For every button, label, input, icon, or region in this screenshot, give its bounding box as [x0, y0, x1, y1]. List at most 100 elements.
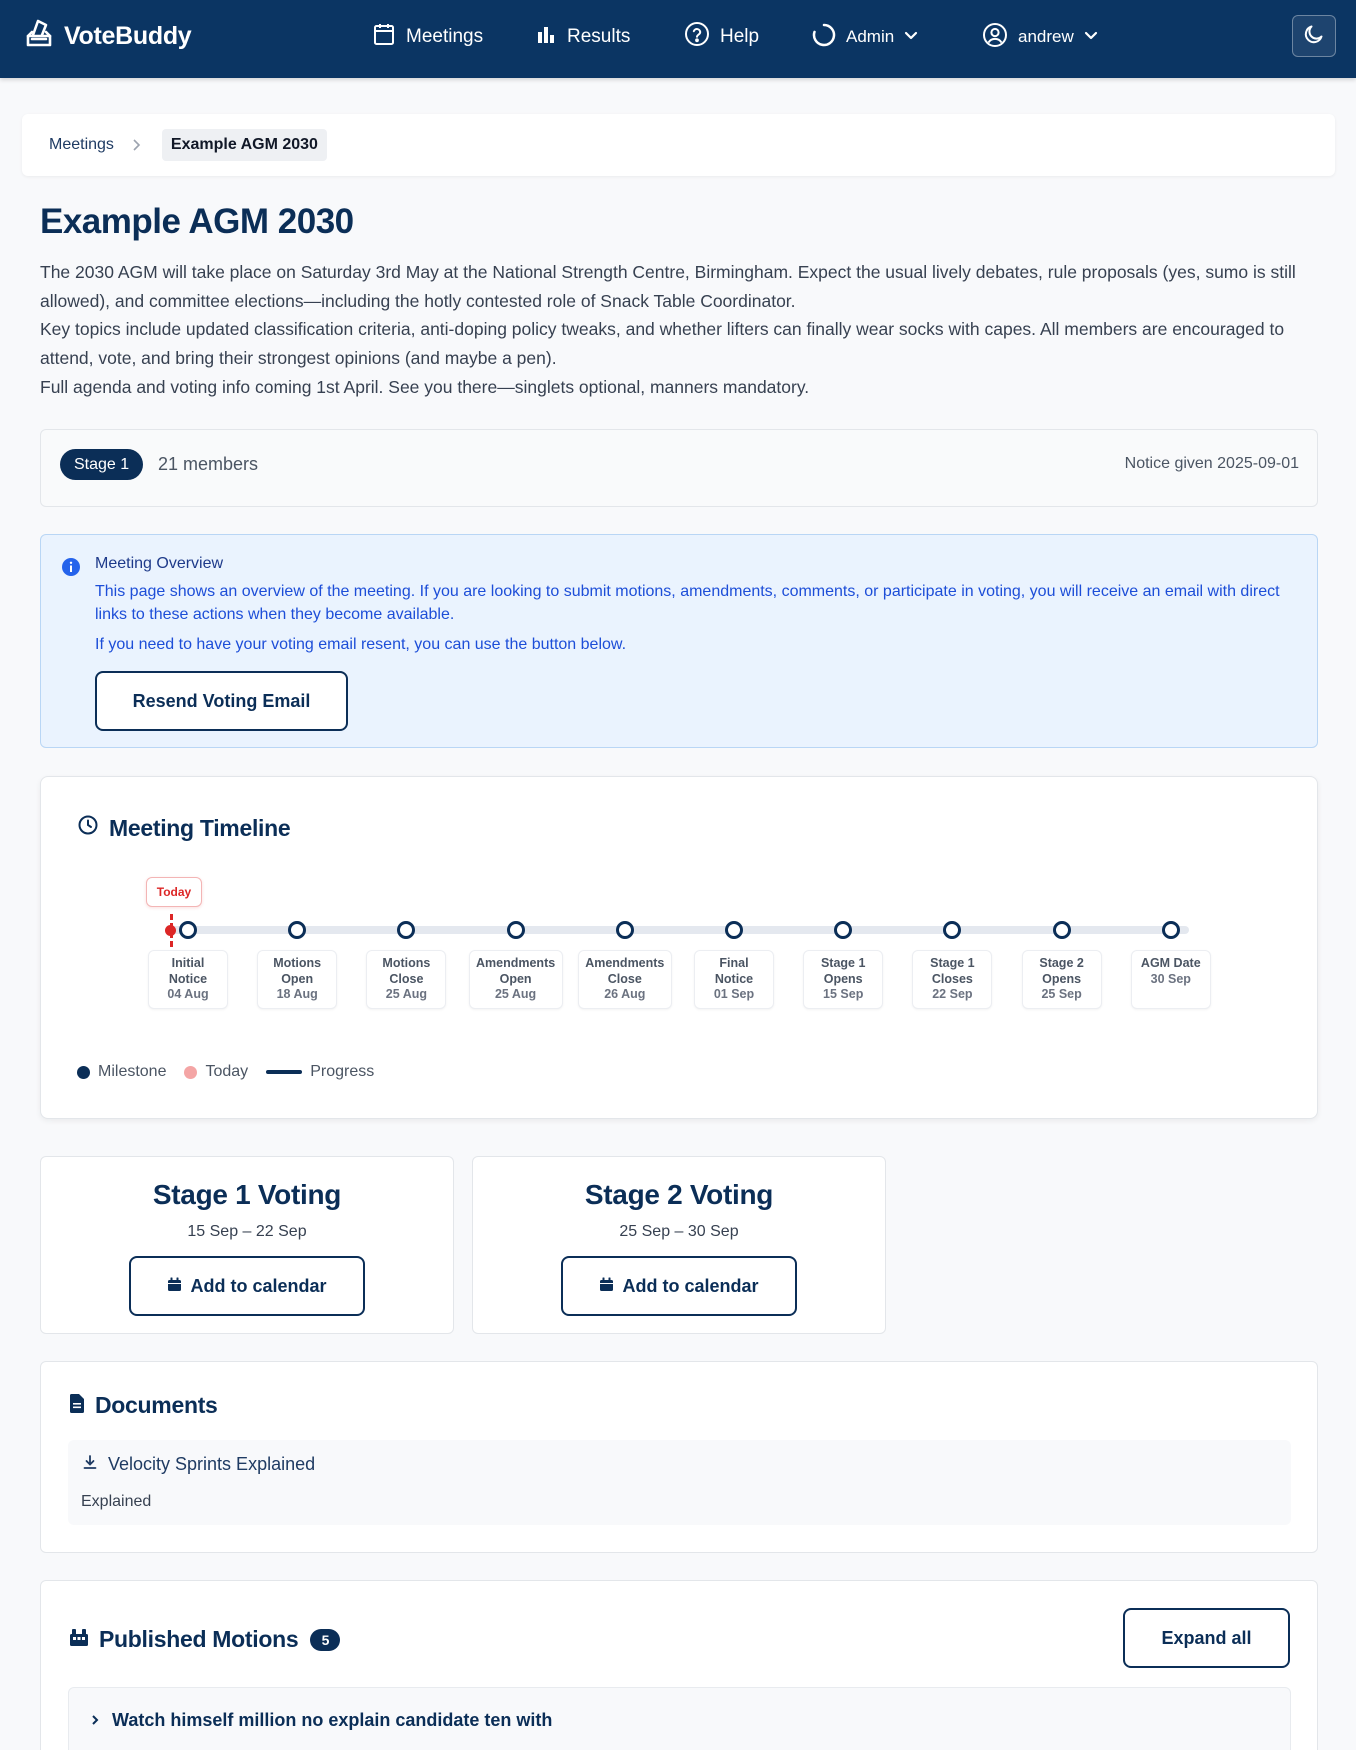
- notice-date: Notice given 2025-09-01: [1124, 455, 1299, 472]
- milestone-date: 01 Sep: [713, 987, 755, 1001]
- nav-admin-dropdown[interactable]: Admin: [812, 22, 918, 52]
- clock-icon: [77, 814, 99, 842]
- calendar-icon: [167, 1276, 182, 1297]
- legend-milestone-label: Milestone: [98, 1063, 167, 1080]
- timeline-milestone-dot: [506, 921, 525, 939]
- chevron-down-icon: [1084, 27, 1098, 47]
- motions-heading: Published Motions 5: [69, 1626, 341, 1653]
- milestone-name: Initial Notice: [168, 956, 208, 986]
- milestone-name: Motions Close: [382, 956, 431, 986]
- help-circle-icon: [684, 21, 710, 53]
- legend-today-swatch: [184, 1065, 198, 1079]
- milestone-date: 22 Sep: [932, 987, 973, 1001]
- gavel-icon: [69, 1626, 89, 1653]
- timeline-milestone-dot: [288, 921, 307, 939]
- info-icon: [61, 557, 81, 582]
- legend-progress-label: Progress: [310, 1063, 375, 1080]
- timeline-milestone-dot: [943, 921, 962, 939]
- legend-milestone-swatch: [77, 1065, 90, 1079]
- milestone-date: 26 Aug: [604, 987, 646, 1001]
- milestone-date: 25 Aug: [494, 987, 537, 1001]
- timeline-milestone-dot: [725, 921, 743, 939]
- alert-text-resend: If you need to have your voting email re…: [95, 636, 627, 653]
- nav-help[interactable]: Help: [684, 22, 759, 52]
- milestone-date: 30 Sep: [1150, 971, 1191, 986]
- description-paragraph: Full agenda and voting info coming 1st A…: [40, 376, 810, 397]
- nav-help-label: Help: [720, 26, 760, 47]
- milestone-name: Amendments Open: [476, 956, 556, 986]
- resend-voting-email-button[interactable]: Resend Voting Email: [95, 671, 348, 731]
- timeline-milestone-label: Amendments Open 25 Aug: [468, 950, 563, 1009]
- meeting-timeline-card: Meeting Timeline Today Milestone Today P…: [40, 776, 1318, 1119]
- timeline-milestone-dot: [1052, 921, 1071, 939]
- meeting-description: The 2030 AGM will take place on Saturday…: [40, 258, 1330, 402]
- chevron-down-icon: [904, 27, 918, 47]
- description-paragraph: The 2030 AGM will take place on Saturday…: [40, 262, 1296, 311]
- document-title: Velocity Sprints Explained: [108, 1454, 316, 1474]
- timeline-milestone-dot: [1161, 921, 1180, 939]
- timeline-heading-label: Meeting Timeline: [109, 814, 291, 841]
- timeline-milestone-label: Stage 1 Closes 22 Sep: [912, 950, 993, 1009]
- published-motions-card: Published Motions 5 Expand all Watch him…: [40, 1580, 1318, 1750]
- document-icon: [69, 1392, 85, 1419]
- brand-name: VoteBuddy: [64, 21, 192, 50]
- add-to-calendar-button[interactable]: Add to calendar: [561, 1256, 797, 1316]
- documents-heading: Documents: [69, 1392, 218, 1419]
- legend-progress-swatch: [266, 1070, 303, 1074]
- top-navbar: VoteBuddy Meetings Results Help Admin an…: [0, 0, 1356, 78]
- nav-user-label: andrew: [1018, 27, 1074, 46]
- timeline-milestone-label: Motions Open 18 Aug: [257, 950, 338, 1009]
- loading-ring-icon: [812, 23, 836, 52]
- breadcrumb: Meetings Example AGM 2030: [22, 114, 1335, 176]
- timeline-milestone-label: Stage 1 Opens 15 Sep: [803, 950, 884, 1009]
- motions-count-badge: 5: [310, 1628, 341, 1651]
- timeline-heading: Meeting Timeline: [77, 814, 291, 842]
- milestone-name: Stage 1 Opens: [820, 956, 866, 986]
- expand-all-button[interactable]: Expand all: [1123, 1608, 1290, 1668]
- download-icon: [82, 1454, 98, 1475]
- ballot-box-icon: [24, 18, 54, 55]
- brand-logo[interactable]: VoteBuddy: [24, 18, 192, 55]
- legend-today: Today: [184, 1063, 248, 1081]
- timeline-milestone-dot: [179, 921, 197, 939]
- dark-mode-toggle[interactable]: [1292, 15, 1336, 57]
- alert-text: This page shows an overview of the meeti…: [95, 583, 1280, 623]
- stage-1-voting-card: Stage 1 Voting 15 Sep – 22 Sep Add to ca…: [40, 1156, 454, 1334]
- milestone-name: Final Notice: [714, 956, 754, 986]
- documents-heading-label: Documents: [95, 1392, 218, 1418]
- meeting-overview-alert: Meeting Overview This page shows an over…: [40, 534, 1318, 748]
- milestone-name: AGM Date: [1140, 956, 1201, 970]
- chevron-right-icon: [91, 1710, 100, 1731]
- calendar-icon: [372, 22, 396, 52]
- today-marker-dot: [165, 925, 176, 936]
- nav-results[interactable]: Results: [535, 22, 630, 52]
- bar-chart-icon: [535, 23, 557, 51]
- moon-icon: [1303, 23, 1325, 50]
- document-description: Explained: [81, 1493, 152, 1510]
- timeline-milestone-label: Motions Close 25 Aug: [366, 950, 447, 1009]
- timeline-legend: Milestone Today Progress: [77, 1063, 392, 1081]
- timeline-milestone-label: Amendments Close 26 Aug: [577, 950, 672, 1009]
- milestone-date: 15 Sep: [823, 987, 864, 1001]
- nav-meetings-label: Meetings: [406, 26, 484, 47]
- legend-progress: Progress: [266, 1063, 374, 1081]
- legend-milestone: Milestone: [77, 1063, 166, 1081]
- nav-user-dropdown[interactable]: andrew: [982, 22, 1098, 52]
- document-item: Velocity Sprints Explained Explained: [68, 1440, 1291, 1525]
- nav-meetings[interactable]: Meetings: [372, 22, 483, 52]
- calendar-icon: [599, 1276, 614, 1297]
- timeline-milestone-dot: [397, 921, 416, 939]
- voting-card-dates: 15 Sep – 22 Sep: [187, 1223, 307, 1240]
- breadcrumb-current: Example AGM 2030: [161, 129, 327, 161]
- chevron-right-icon: [132, 138, 142, 152]
- add-to-calendar-button[interactable]: Add to calendar: [129, 1256, 365, 1316]
- milestone-date: 25 Aug: [385, 987, 427, 1001]
- page-title: Example AGM 2030: [40, 202, 354, 241]
- timeline-milestone-label: AGM Date 30 Sep: [1130, 950, 1211, 1009]
- nav-results-label: Results: [567, 26, 631, 47]
- motion-accordion-item[interactable]: Watch himself million no explain candida…: [68, 1687, 1291, 1750]
- breadcrumb-meetings-link[interactable]: Meetings: [49, 136, 114, 154]
- timeline-milestone-label: Initial Notice 04 Aug: [148, 950, 228, 1009]
- alert-title: Meeting Overview: [95, 555, 224, 572]
- document-download-link[interactable]: Velocity Sprints Explained: [82, 1454, 315, 1475]
